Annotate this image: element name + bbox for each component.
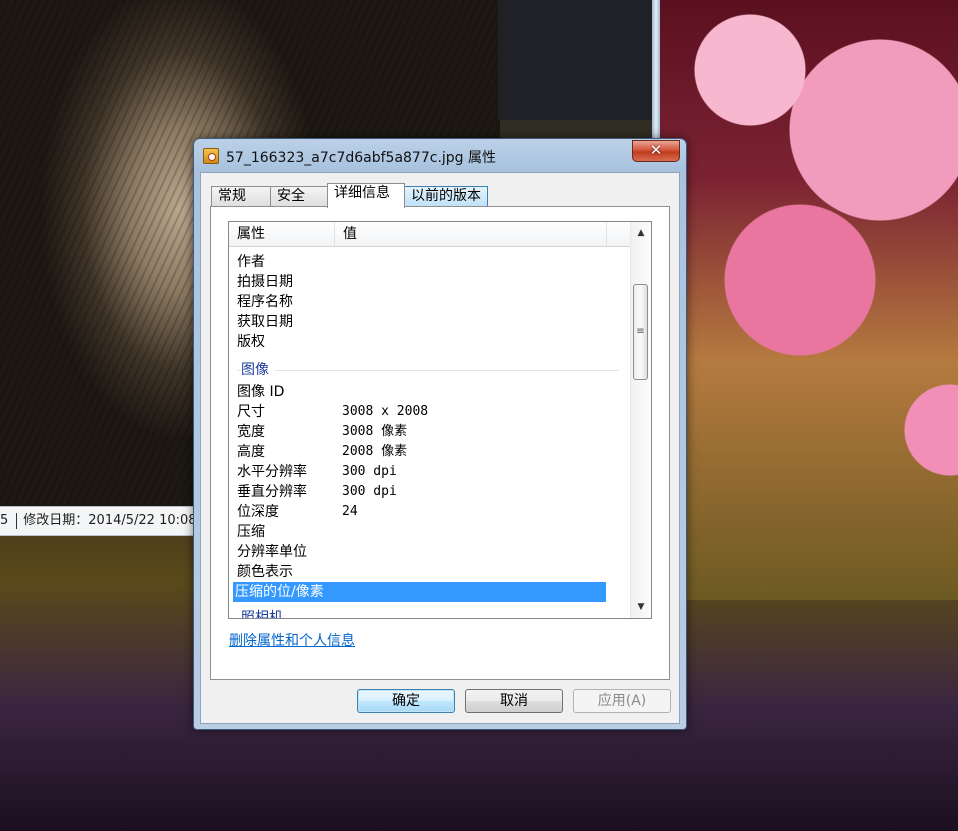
list-item[interactable]: 图像 ID: [235, 382, 607, 402]
tab-previous-versions[interactable]: 以前的版本: [404, 186, 488, 206]
background-status-bar: 5 修改日期：2014/5/22 10:08: [0, 506, 196, 536]
list-item[interactable]: 位深度 24: [235, 502, 607, 522]
list-header: 属性 值: [229, 222, 631, 247]
column-header-value[interactable]: 值: [335, 222, 607, 246]
list-item[interactable]: 程序名称: [235, 292, 607, 312]
list-item[interactable]: 版权: [235, 332, 607, 352]
background-dark-panel: [498, 0, 658, 120]
status-separator: [16, 512, 18, 529]
list-item[interactable]: 分辨率单位: [235, 542, 607, 562]
background-photo-flowers: [660, 0, 958, 600]
list-item[interactable]: 宽度 3008 像素: [235, 422, 607, 442]
list-item[interactable]: 颜色表示: [235, 562, 607, 582]
status-modified-date: 修改日期：2014/5/22 10:08: [23, 513, 196, 528]
dialog-title: 57_166323_a7c7d6abf5a877c.jpg 属性: [226, 150, 497, 166]
scroll-down-arrow-icon[interactable]: ▼: [631, 598, 651, 616]
cancel-button[interactable]: 取消: [465, 689, 563, 713]
properties-dialog: 57_166323_a7c7d6abf5a877c.jpg 属性 ✕ 常规 安全…: [193, 138, 687, 730]
list-item[interactable]: 获取日期: [235, 312, 607, 332]
scroll-thumb[interactable]: ≡: [633, 284, 648, 380]
close-button[interactable]: ✕: [632, 140, 680, 162]
details-panel: 属性 值 作者 拍摄日期 程序名称 获取日期 版权 图像 图像 ID 尺寸 300…: [210, 206, 670, 680]
list-item[interactable]: 垂直分辨率 300 dpi: [235, 482, 607, 502]
property-list[interactable]: 属性 值 作者 拍摄日期 程序名称 获取日期 版权 图像 图像 ID 尺寸 300…: [228, 221, 652, 619]
property-rows: 作者 拍摄日期 程序名称 获取日期 版权 图像 图像 ID 尺寸 3008 x 2…: [229, 246, 631, 618]
list-item[interactable]: 拍摄日期: [235, 272, 607, 292]
list-item[interactable]: 高度 2008 像素: [235, 442, 607, 462]
list-item[interactable]: 作者: [235, 252, 607, 272]
dialog-titlebar[interactable]: 57_166323_a7c7d6abf5a877c.jpg 属性 ✕: [194, 139, 686, 173]
list-item[interactable]: 水平分辨率 300 dpi: [235, 462, 607, 482]
image-file-icon: [203, 148, 219, 164]
tab-details[interactable]: 详细信息: [327, 183, 405, 208]
apply-button[interactable]: 应用(A): [573, 689, 671, 713]
group-divider: [237, 370, 619, 371]
list-item[interactable]: 压缩: [235, 522, 607, 542]
list-item[interactable]: 尺寸 3008 x 2008: [235, 402, 607, 422]
tab-general[interactable]: 常规: [211, 186, 271, 206]
dialog-client-area: 常规 安全 详细信息 以前的版本 属性 值 作者 拍摄日期 程序名称 获取日期 …: [200, 172, 680, 724]
status-prefix: 5: [0, 513, 9, 528]
vertical-scrollbar[interactable]: ▲ ≡ ▼: [630, 222, 651, 618]
group-header-image[interactable]: 图像: [237, 360, 619, 380]
background-window-edge: [652, 0, 660, 140]
ok-button[interactable]: 确定: [357, 689, 455, 713]
scroll-up-arrow-icon[interactable]: ▲: [631, 224, 651, 242]
tab-security[interactable]: 安全: [270, 186, 328, 206]
column-header-property[interactable]: 属性: [229, 222, 335, 246]
list-item-selected[interactable]: 压缩的位/像素: [233, 582, 606, 602]
group-header-camera[interactable]: 照相机: [237, 608, 619, 618]
remove-properties-link[interactable]: 删除属性和个人信息: [229, 630, 355, 650]
